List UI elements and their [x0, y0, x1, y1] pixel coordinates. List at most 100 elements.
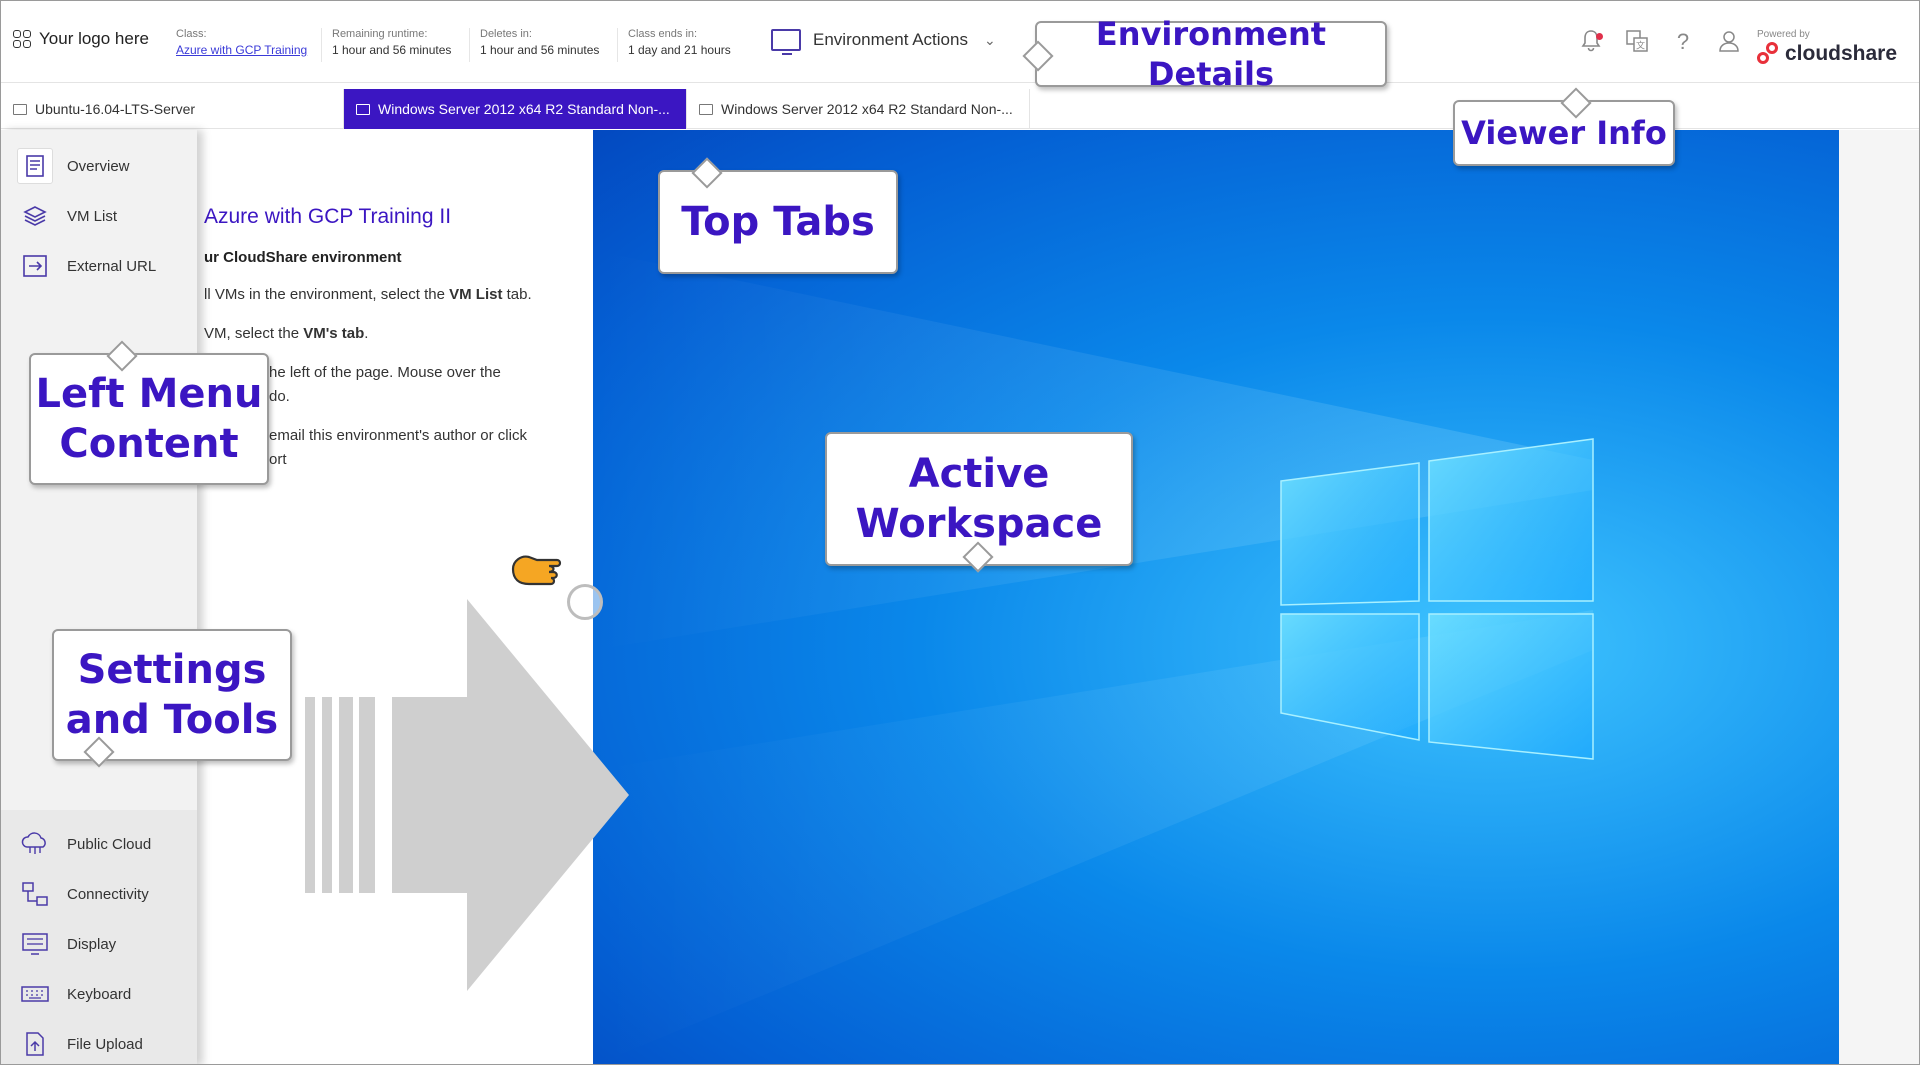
monitor-icon	[13, 103, 27, 115]
callout-top-tabs: Top Tabs	[658, 157, 898, 274]
tab-windows-active[interactable]: Windows Server 2012 x64 R2 Standard Non-…	[344, 89, 687, 129]
sidebar-item-public-cloud[interactable]: Public Cloud	[17, 822, 191, 866]
sidebar-item-label: Overview	[67, 157, 130, 175]
vm-list-link: VM List	[449, 286, 503, 303]
logo-text: Your logo here	[39, 29, 149, 48]
file-upload-icon	[17, 1026, 53, 1062]
powered-by: Powered by cloudshare	[1757, 29, 1897, 66]
callout-settings-and-tools: Settings and Tools	[52, 629, 292, 768]
callout-text: Workspace	[855, 501, 1103, 547]
class-ends-info: Class ends in: 1 day and 21 hours	[617, 28, 731, 62]
overview-line: ort	[269, 451, 287, 468]
windows-logo-pane	[1428, 438, 1594, 602]
runtime-label: Remaining runtime:	[332, 28, 428, 40]
sidebar-item-overview[interactable]: Overview	[17, 144, 191, 188]
monitor-icon	[771, 29, 801, 55]
overview-line: VM, select the VM's tab.	[204, 322, 368, 346]
sidebar-item-label: External URL	[67, 257, 157, 275]
windows-logo-pane	[1428, 613, 1594, 760]
environment-actions-label: Environment Actions	[813, 30, 968, 49]
overview-line: he left of the page. Mouse over the	[269, 364, 501, 381]
tab-label: Windows Server 2012 x64 R2 Standard Non-…	[378, 101, 670, 117]
powered-by-label: Powered by	[1757, 29, 1810, 40]
display-icon	[17, 926, 53, 962]
runtime-info: Remaining runtime: 1 hour and 56 minutes	[321, 28, 451, 62]
sidebar-item-vm-list[interactable]: VM List	[17, 194, 191, 238]
panel-resize-arrow-icon	[305, 599, 629, 991]
sidebar-item-keyboard[interactable]: Keyboard	[17, 972, 191, 1016]
text: tab.	[502, 286, 532, 303]
cloudshare-brand: cloudshare	[1757, 42, 1897, 66]
sidebar-item-label: File Upload	[67, 1035, 143, 1053]
class-label: Class:	[176, 28, 207, 40]
callout-text: Active	[908, 451, 1050, 497]
class-info: Class: Azure with GCP Training	[166, 28, 307, 62]
callout-text: Content	[59, 421, 239, 467]
environment-header: Your logo here Class: Azure with GCP Tra…	[1, 1, 1919, 83]
tab-label: Ubuntu-16.04-LTS-Server	[35, 101, 196, 117]
callout-text: Top Tabs	[681, 199, 875, 245]
sidebar-item-label: VM List	[67, 207, 118, 225]
connectivity-icon	[17, 876, 53, 912]
grid-logo-icon	[13, 30, 31, 48]
settings-and-tools: Public Cloud Connectivity Display Keyboa…	[1, 810, 197, 1064]
windows-logo-pane	[1280, 462, 1420, 606]
callout-text: Viewer Info	[1461, 114, 1667, 152]
viewer-info-icons: 文 ?	[1579, 29, 1741, 55]
sidebar-item-file-upload[interactable]: File Upload	[17, 1022, 191, 1064]
runtime-value: 1 hour and 56 minutes	[332, 43, 452, 57]
sidebar-item-label: Public Cloud	[67, 835, 152, 853]
user-icon[interactable]	[1717, 29, 1741, 55]
sidebar-item-external-url[interactable]: External URL	[17, 244, 191, 288]
sidebar-item-label: Connectivity	[67, 885, 149, 903]
tab-ubuntu[interactable]: Ubuntu-16.04-LTS-Server	[1, 89, 344, 129]
logo[interactable]: Your logo here	[13, 29, 149, 49]
text: VM, select the	[204, 325, 304, 342]
vm-tab-reference: VM's tab	[303, 325, 365, 342]
overview-icon	[17, 148, 53, 184]
translate-icon[interactable]: 文	[1625, 29, 1649, 55]
monitor-icon	[699, 103, 713, 115]
callout-left-menu-content: Left Menu Content	[29, 340, 269, 485]
left-sidebar: Overview VM List External URL Public Clo…	[1, 130, 197, 1064]
class-ends-label: Class ends in:	[628, 28, 698, 40]
cloud-icon	[17, 826, 53, 862]
text: ll VMs in the environment, select the	[204, 286, 450, 303]
environment-actions-dropdown[interactable]: Environment Actions ⌄	[771, 29, 996, 55]
callout-environment-details: Environment Details	[1022, 15, 1387, 93]
sidebar-item-display[interactable]: Display	[17, 922, 191, 966]
bell-icon[interactable]	[1579, 29, 1603, 55]
chevron-down-icon: ⌄	[983, 31, 996, 48]
svg-text:文: 文	[1636, 40, 1645, 52]
overview-line: do.	[269, 388, 290, 405]
tab-windows[interactable]: Windows Server 2012 x64 R2 Standard Non-…	[687, 89, 1030, 129]
tab-label: Windows Server 2012 x64 R2 Standard Non-…	[721, 101, 1013, 117]
app-frame: Your logo here Class: Azure with GCP Tra…	[0, 0, 1920, 1065]
external-url-icon	[17, 248, 53, 284]
sidebar-item-label: Display	[67, 935, 117, 953]
resize-handle[interactable]	[567, 584, 603, 620]
notification-dot	[1596, 33, 1603, 40]
callout-text: and Tools	[65, 697, 279, 743]
callout-active-workspace: Active Workspace	[825, 432, 1133, 573]
callout-text: Left Menu	[35, 371, 263, 417]
workspace-gutter	[1839, 130, 1919, 1064]
sidebar-item-connectivity[interactable]: Connectivity	[17, 872, 191, 916]
pointing-hand-icon	[509, 549, 575, 616]
class-link[interactable]: Azure with GCP Training	[176, 43, 307, 57]
help-icon[interactable]: ?	[1671, 29, 1695, 55]
sidebar-item-label: Keyboard	[67, 985, 132, 1003]
deletes-info: Deletes in: 1 hour and 56 minutes	[469, 28, 599, 62]
deletes-value: 1 hour and 56 minutes	[480, 43, 600, 57]
callout-text: Environment Details	[1095, 15, 1327, 93]
overview-line: email this environment's author or click	[269, 427, 527, 444]
overview-subtitle: ur CloudShare environment	[204, 249, 402, 266]
brand-text: cloudshare	[1785, 42, 1898, 65]
callout-text: Settings	[77, 647, 267, 693]
text: .	[364, 325, 369, 342]
environment-title: Azure with GCP Training II	[204, 205, 452, 228]
callout-viewer-info: Viewer Info	[1453, 87, 1675, 166]
cloudshare-logo-icon	[1757, 42, 1781, 66]
layers-icon	[17, 198, 53, 234]
class-ends-value: 1 day and 21 hours	[628, 43, 731, 57]
